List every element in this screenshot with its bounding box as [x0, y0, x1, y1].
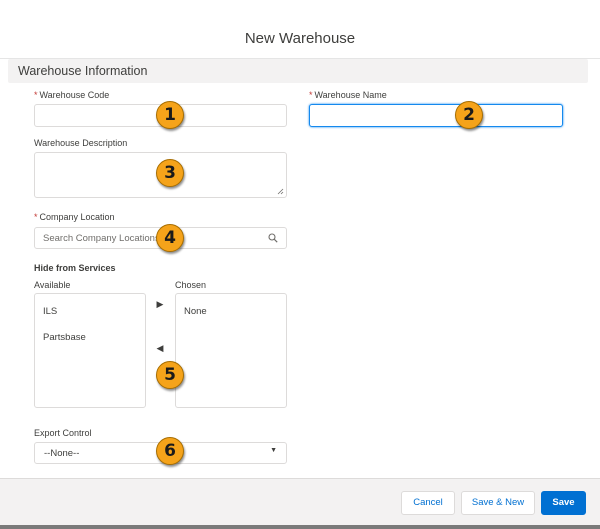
company-location-label: * Company Location: [34, 212, 115, 222]
triangle-left-icon: ◀: [156, 343, 164, 353]
available-label: Available: [34, 280, 71, 290]
company-location-placeholder: Search Company Locations...: [43, 233, 168, 244]
callout-badge-5: 5: [156, 361, 184, 389]
list-option-ils[interactable]: ILS: [43, 306, 57, 317]
warehouse-name-label: * Warehouse Name: [309, 90, 387, 100]
required-mark: *: [309, 90, 313, 100]
section-header[interactable]: Warehouse Information: [8, 59, 588, 83]
save-button[interactable]: Save: [541, 491, 586, 515]
callout-badge-4: 4: [156, 224, 184, 252]
export-control-selected-value: --None--: [44, 448, 80, 459]
warehouse-code-label: * Warehouse Code: [34, 90, 110, 100]
required-mark: *: [34, 212, 38, 222]
callout-badge-2: 2: [455, 101, 483, 129]
modal-title: New Warehouse: [244, 30, 356, 47]
required-mark: *: [34, 90, 38, 100]
move-left-button[interactable]: ◀: [154, 342, 166, 354]
available-listbox[interactable]: ILS Partsbase: [34, 293, 146, 408]
triangle-right-icon: ▶: [156, 299, 164, 309]
list-option-none[interactable]: None: [184, 306, 207, 317]
search-icon: [268, 233, 278, 243]
export-control-label: Export Control: [34, 428, 92, 438]
hide-from-services-label: Hide from Services: [34, 263, 116, 273]
save-and-new-button[interactable]: Save & New: [461, 491, 535, 515]
chosen-label: Chosen: [175, 280, 207, 290]
new-warehouse-modal: New Warehouse Warehouse Information * War…: [0, 0, 600, 529]
callout-badge-6: 6: [156, 437, 184, 465]
list-option-partsbase[interactable]: Partsbase: [43, 332, 86, 343]
resize-handle-icon[interactable]: [277, 188, 284, 195]
cancel-button[interactable]: Cancel: [401, 491, 455, 515]
chosen-listbox[interactable]: None: [175, 293, 287, 408]
modal-footer: Cancel Save & New Save: [0, 478, 600, 529]
warehouse-description-label: Warehouse Description: [34, 138, 128, 148]
caret-down-icon: ▼: [270, 447, 277, 454]
callout-badge-1: 1: [156, 101, 184, 129]
warehouse-name-input[interactable]: [309, 104, 563, 127]
move-right-button[interactable]: ▶: [154, 298, 166, 310]
callout-badge-3: 3: [156, 159, 184, 187]
bottom-border: [0, 525, 600, 529]
section-title: Warehouse Information: [18, 64, 148, 78]
